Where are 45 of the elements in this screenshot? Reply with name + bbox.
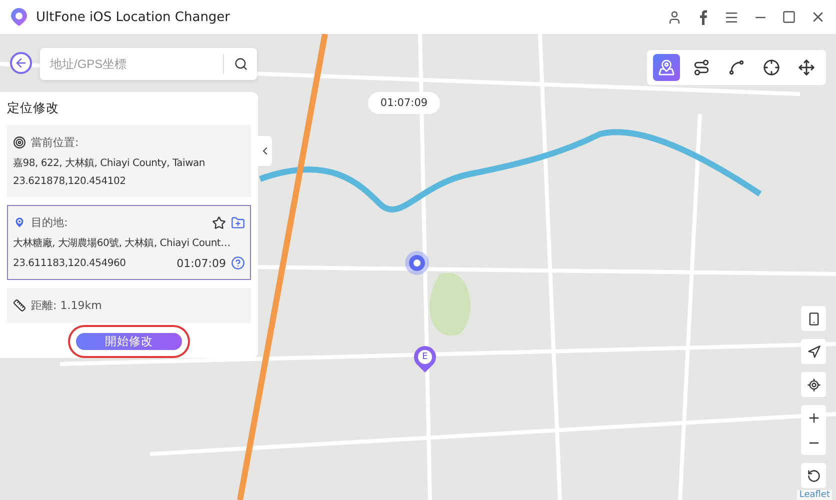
window-title: UltFone iOS Location Changer bbox=[36, 10, 232, 24]
locate-icon[interactable] bbox=[806, 378, 820, 392]
crosshair-icon[interactable] bbox=[763, 59, 780, 76]
panel-title: 定位修改 bbox=[7, 100, 60, 117]
search-icon[interactable] bbox=[234, 57, 248, 71]
map-placeholder[interactable]: 地址/GPS坐標 定位修改 當前位置: 嘉98, 622, 大林鎮, Chiayi County, Taiwan 23.621878,120.454102 目的地: 大林糖廠, 大湖農場60號, 大林鎮, Chiayi Count… 23.611183,120.454960 01:07:09 距離: 1.19km 開始修改 01:07:09 E Leaflet bbox=[0, 34, 836, 500]
current-address: 嘉98, 622, 大林鎮, Chiayi County, Taiwan bbox=[13, 156, 206, 170]
phone-icon[interactable] bbox=[806, 312, 820, 326]
ruler-icon bbox=[13, 299, 26, 312]
navigation-arrow-icon[interactable] bbox=[806, 344, 820, 358]
current-coordinates: 23.621878,120.454102 bbox=[13, 176, 127, 187]
attribution-link[interactable]: Leaflet bbox=[797, 490, 832, 500]
current-location-label: 當前位置: bbox=[31, 135, 80, 150]
travel-time: 01:07:09 bbox=[176, 256, 226, 270]
timer-badge: 01:07:09 bbox=[368, 92, 440, 114]
route-icon[interactable] bbox=[693, 59, 710, 76]
back-arrow-icon[interactable] bbox=[14, 56, 28, 70]
help-icon[interactable] bbox=[231, 256, 245, 270]
distance-text: 距離: 1.19km bbox=[31, 298, 103, 313]
map-pin-icon[interactable] bbox=[658, 59, 675, 76]
target-icon bbox=[13, 136, 26, 149]
collapse-button[interactable] bbox=[258, 136, 272, 166]
destination-label: 目的地: bbox=[31, 215, 69, 230]
start-button[interactable]: 開始修改 bbox=[76, 333, 182, 350]
device-button[interactable] bbox=[801, 306, 826, 331]
destination-address: 大林糖廠, 大湖農場60號, 大林鎮, Chiayi Count… bbox=[13, 236, 232, 250]
star-icon[interactable] bbox=[212, 216, 226, 230]
account-icon[interactable] bbox=[667, 10, 682, 24]
locate-button[interactable] bbox=[801, 372, 826, 397]
move-arrows-icon[interactable] bbox=[798, 59, 815, 76]
plus-icon[interactable] bbox=[806, 410, 820, 424]
menu-icon[interactable] bbox=[724, 10, 739, 24]
search-field[interactable]: 地址/GPS坐標 bbox=[40, 57, 223, 71]
destination-coordinates: 23.611183,120.454960 bbox=[13, 258, 126, 268]
current-location-marker bbox=[404, 250, 430, 276]
maximize-icon[interactable] bbox=[782, 10, 796, 24]
search-bar[interactable]: 地址/GPS坐標 bbox=[40, 48, 257, 80]
folder-icon[interactable] bbox=[231, 216, 245, 230]
navigation-button[interactable] bbox=[801, 339, 826, 364]
curve-icon[interactable] bbox=[728, 59, 745, 76]
app-logo-icon bbox=[10, 7, 28, 27]
pin-icon bbox=[13, 216, 26, 229]
reset-button[interactable] bbox=[801, 463, 826, 488]
rotate-icon[interactable] bbox=[806, 468, 820, 482]
back-button[interactable] bbox=[10, 52, 32, 74]
